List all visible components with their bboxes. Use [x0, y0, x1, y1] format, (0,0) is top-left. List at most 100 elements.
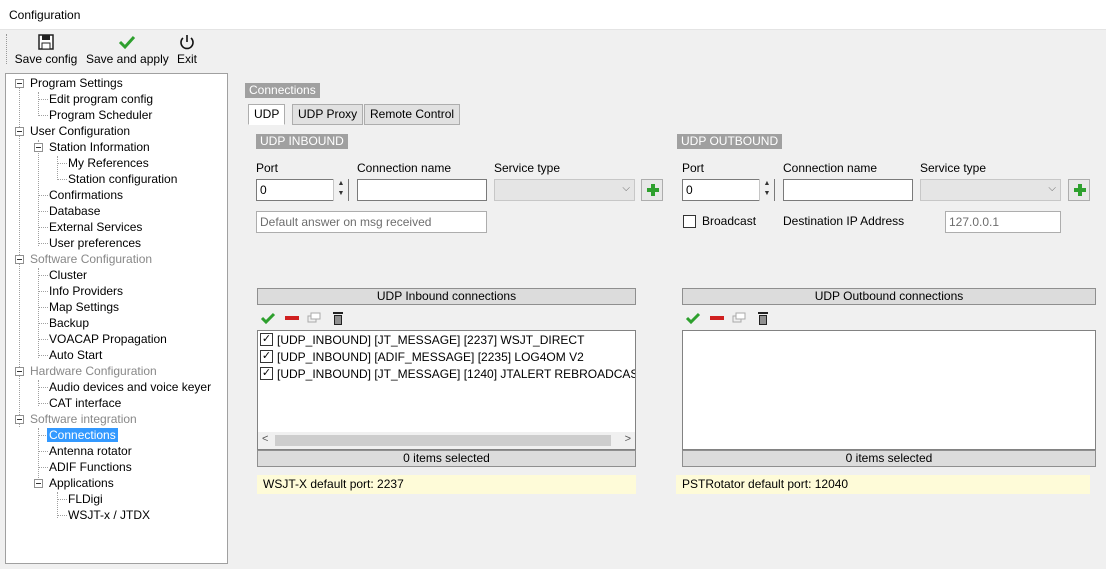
tree-program-scheduler[interactable]: Program Scheduler [49, 107, 152, 123]
collapse-toggle[interactable] [15, 127, 24, 136]
inbound-header: UDP INBOUND [256, 134, 348, 149]
tree-software-configuration[interactable]: Software Configuration [30, 251, 152, 267]
tree-wsjtx-jtdx[interactable]: WSJT-x / JTDX [68, 507, 150, 523]
tree-cat-interface[interactable]: CAT interface [49, 395, 121, 411]
tree-confirmations[interactable]: Confirmations [49, 187, 123, 203]
tab-udp[interactable]: UDP [248, 104, 286, 125]
tree-program-settings[interactable]: Program Settings [30, 75, 123, 91]
check-all-icon[interactable] [260, 310, 276, 326]
tree-applications[interactable]: Applications [49, 475, 114, 491]
inbound-list-header: UDP Inbound connections [257, 288, 636, 305]
tree-connector [38, 92, 39, 116]
exit-button[interactable]: Exit [175, 32, 199, 68]
outbound-port-label: Port [682, 161, 705, 175]
inbound-service-type-label: Service type [494, 161, 561, 175]
power-icon [180, 35, 194, 50]
tree-external-services[interactable]: External Services [49, 219, 142, 235]
tree-user-preferences[interactable]: User preferences [49, 235, 141, 251]
list-item[interactable]: ✓ [UDP_INBOUND] [ADIF_MESSAGE] [2235] LOG… [260, 349, 584, 366]
horizontal-scrollbar[interactable]: < > [258, 432, 635, 449]
chevron-down-icon: ⌵ [1048, 183, 1056, 194]
tree-software-integration[interactable]: Software integration [30, 411, 137, 427]
tree-adif-functions[interactable]: ADIF Functions [49, 459, 132, 475]
item-checkbox[interactable]: ✓ [260, 333, 273, 347]
panel-header: Connections [245, 83, 320, 98]
save-config-label: Save config [14, 52, 78, 66]
outbound-service-type-label: Service type [920, 161, 987, 175]
inbound-connection-name-label: Connection name [357, 161, 452, 175]
inbound-default-answer-input[interactable]: Default answer on msg received [256, 211, 487, 233]
outbound-add-button[interactable] [1068, 179, 1090, 201]
tree-backup[interactable]: Backup [49, 315, 89, 331]
inbound-port-spinner[interactable]: ▲ ▼ [333, 179, 348, 201]
inbound-service-type-select[interactable]: ⌵ [494, 179, 635, 201]
tab-udp-proxy[interactable]: UDP Proxy [292, 104, 364, 125]
chevron-down-icon: ⌵ [622, 183, 630, 194]
remove-icon[interactable] [284, 310, 300, 326]
inbound-status: 0 items selected [257, 450, 636, 467]
collapse-toggle[interactable] [15, 79, 24, 88]
tree-my-references[interactable]: My References [68, 155, 149, 171]
copy-icon[interactable] [731, 310, 747, 326]
broadcast-checkbox[interactable] [683, 215, 696, 228]
collapse-toggle[interactable] [34, 479, 43, 488]
copy-icon[interactable] [306, 310, 322, 326]
outbound-connections-list[interactable] [682, 330, 1096, 450]
tab-remote-control[interactable]: Remote Control [364, 104, 461, 125]
tree-hardware-configuration[interactable]: Hardware Configuration [30, 363, 157, 379]
checkmark-icon [118, 35, 136, 50]
item-checkbox[interactable]: ✓ [260, 367, 273, 381]
collapse-toggle[interactable] [15, 255, 24, 264]
floppy-disk-icon [38, 34, 54, 50]
scroll-thumb[interactable] [275, 435, 611, 446]
tree-connections[interactable]: Connections [47, 427, 118, 443]
tree-voacap-propagation[interactable]: VOACAP Propagation [49, 331, 167, 347]
tree-database[interactable]: Database [49, 203, 100, 219]
tree-info-providers[interactable]: Info Providers [49, 283, 123, 299]
save-and-apply-button[interactable]: Save and apply [86, 32, 169, 68]
destination-ip-input[interactable]: 127.0.0.1 [945, 211, 1061, 233]
collapse-toggle[interactable] [15, 367, 24, 376]
tree-connector [38, 428, 39, 486]
trash-icon[interactable] [755, 310, 771, 326]
remove-icon[interactable] [709, 310, 725, 326]
tree-map-settings[interactable]: Map Settings [49, 299, 119, 315]
toolbar: Save config Save and apply Exit [0, 30, 1106, 70]
outbound-port-spinner[interactable]: ▲ ▼ [759, 179, 774, 201]
outbound-status: 0 items selected [682, 450, 1096, 467]
inbound-connections-list[interactable]: ✓ [UDP_INBOUND] [JT_MESSAGE] [2237] WSJT_… [257, 330, 636, 450]
title-bar: Configuration [0, 0, 1106, 30]
outbound-connection-name-input[interactable] [783, 179, 913, 201]
tree-user-configuration[interactable]: User Configuration [30, 123, 130, 139]
scroll-right-icon[interactable]: > [625, 433, 631, 445]
inbound-add-button[interactable] [641, 179, 663, 201]
tree-station-configuration[interactable]: Station configuration [68, 171, 177, 187]
tree-fldigi[interactable]: FLDigi [68, 491, 103, 507]
collapse-toggle[interactable] [15, 415, 24, 424]
item-checkbox[interactable]: ✓ [260, 350, 273, 364]
tree-station-information[interactable]: Station Information [49, 139, 150, 155]
check-all-icon[interactable] [685, 310, 701, 326]
settings-tree[interactable]: Program Settings Edit program config Pro… [5, 73, 228, 564]
inbound-port-label: Port [256, 161, 279, 175]
tree-connector [38, 140, 39, 246]
tree-edit-program-config[interactable]: Edit program config [49, 91, 153, 107]
toolbar-grip [6, 34, 8, 64]
tree-cluster[interactable]: Cluster [49, 267, 87, 283]
outbound-service-type-select[interactable]: ⌵ [920, 179, 1061, 201]
window-title: Configuration [9, 8, 81, 22]
tree-antenna-rotator[interactable]: Antenna rotator [49, 443, 132, 459]
destination-ip-label: Destination IP Address [783, 214, 905, 228]
trash-icon[interactable] [330, 310, 346, 326]
tree-auto-start[interactable]: Auto Start [49, 347, 102, 363]
tree-audio-devices[interactable]: Audio devices and voice keyer [49, 379, 211, 395]
save-config-button[interactable]: Save config [14, 32, 78, 68]
tree-connector [38, 268, 39, 358]
list-item[interactable]: ✓ [UDP_INBOUND] [JT_MESSAGE] [1240] JTALE… [260, 366, 635, 383]
scroll-left-icon[interactable]: < [262, 433, 268, 445]
outbound-connection-name-label: Connection name [783, 161, 878, 175]
collapse-toggle[interactable] [34, 143, 43, 152]
inbound-connection-name-input[interactable] [357, 179, 487, 201]
broadcast-label: Broadcast [702, 214, 757, 228]
list-item[interactable]: ✓ [UDP_INBOUND] [JT_MESSAGE] [2237] WSJT_… [260, 332, 584, 349]
